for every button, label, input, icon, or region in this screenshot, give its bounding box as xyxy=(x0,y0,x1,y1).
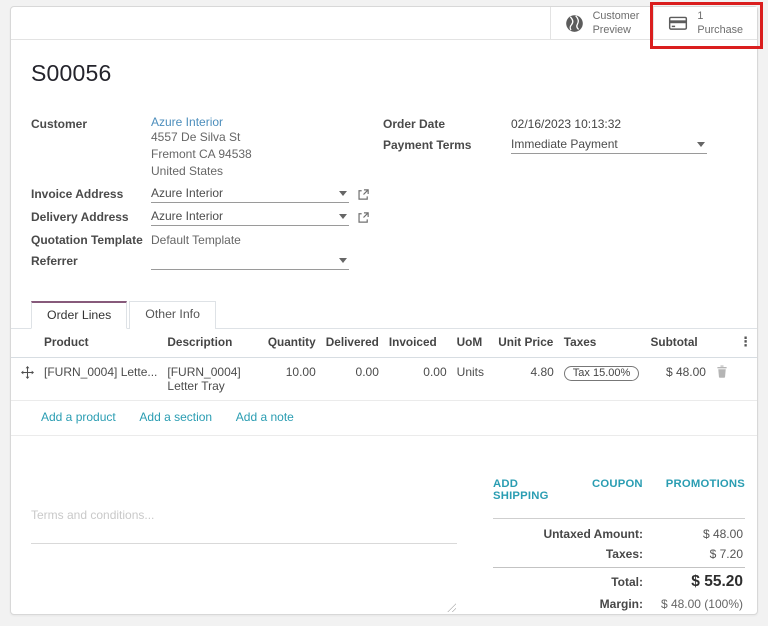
tab-order-lines[interactable]: Order Lines xyxy=(31,301,127,329)
customer-field-row: Customer Azure Interior 4557 De Silva St… xyxy=(31,115,383,180)
delivery-address-value: Azure Interior xyxy=(151,209,223,223)
col-subtotal: Subtotal xyxy=(646,329,711,358)
order-lines-table: Product Description Quantity Delivered I… xyxy=(11,329,757,401)
order-line-row[interactable]: [FURN_0004] Lette... [FURN_0004] Letter … xyxy=(11,358,757,401)
table-footer-links: Add a product Add a section Add a note xyxy=(11,401,757,436)
referrer-value xyxy=(151,253,154,267)
product-cell[interactable]: [FURN_0004] Lette... xyxy=(39,358,162,401)
payment-terms-row: Payment Terms Immediate Payment xyxy=(383,136,737,154)
delivery-address-row: Delivery Address Azure Interior xyxy=(31,208,383,226)
invoice-address-label: Invoice Address xyxy=(31,185,151,201)
resize-handle-icon[interactable] xyxy=(447,603,456,612)
promotions-button[interactable]: PROMOTIONS xyxy=(666,478,745,502)
payment-terms-value: Immediate Payment xyxy=(511,137,618,151)
taxes-label: Taxes: xyxy=(606,547,643,561)
delivered-cell[interactable]: 0.00 xyxy=(321,358,384,401)
margin-row: Margin: $ 48.00 (100%) xyxy=(493,594,745,614)
purchase-label: 1 Purchase xyxy=(697,9,743,37)
delete-row-icon[interactable] xyxy=(716,365,728,378)
delivery-address-label: Delivery Address xyxy=(31,208,151,224)
external-link-icon[interactable] xyxy=(357,188,370,201)
payment-terms-label: Payment Terms xyxy=(383,136,511,152)
description-cell[interactable]: [FURN_0004] Letter Tray xyxy=(162,358,262,401)
totals-block: Untaxed Amount: $ 48.00 Taxes: $ 7.20 To… xyxy=(493,518,745,614)
col-unit-price: Unit Price xyxy=(493,329,559,358)
customer-preview-button[interactable]: Customer Preview xyxy=(550,7,654,39)
untaxed-amount-row: Untaxed Amount: $ 48.00 xyxy=(493,524,745,544)
untaxed-amount-label: Untaxed Amount: xyxy=(543,527,643,541)
invoiced-cell[interactable]: 0.00 xyxy=(384,358,452,401)
drag-handle-icon[interactable] xyxy=(21,365,34,379)
credit-card-icon xyxy=(668,14,688,32)
right-field-group: Order Date 02/16/2023 10:13:32 Payment T… xyxy=(383,115,737,275)
untaxed-amount-value: $ 48.00 xyxy=(643,527,743,541)
order-date-value: 02/16/2023 10:13:32 xyxy=(511,115,621,131)
customer-link[interactable]: Azure Interior xyxy=(151,115,252,129)
quotation-template-value: Default Template xyxy=(151,231,241,247)
taxes-row: Taxes: $ 7.20 xyxy=(493,544,745,564)
col-product: Product xyxy=(39,329,162,358)
external-link-icon[interactable] xyxy=(357,211,370,224)
total-label: Total: xyxy=(611,575,643,589)
referrer-field[interactable] xyxy=(151,252,349,270)
subtotal-cell: $ 48.00 xyxy=(646,358,711,401)
taxes-cell[interactable]: Tax 15.00% xyxy=(559,358,646,401)
quotation-template-label: Quotation Template xyxy=(31,231,151,247)
quotation-template-row: Quotation Template Default Template xyxy=(31,231,383,247)
col-taxes: Taxes xyxy=(559,329,646,358)
add-product-link[interactable]: Add a product xyxy=(41,410,116,424)
chevron-down-icon xyxy=(339,214,347,219)
delivery-address-field[interactable]: Azure Interior xyxy=(151,208,349,226)
customer-address-line: 4557 De Silva St xyxy=(151,129,252,146)
chevron-down-icon xyxy=(339,258,347,263)
col-delivered: Delivered xyxy=(321,329,384,358)
payment-terms-field[interactable]: Immediate Payment xyxy=(511,136,707,154)
uom-cell[interactable]: Units xyxy=(452,358,494,401)
tax-badge[interactable]: Tax 15.00% xyxy=(564,366,639,381)
chevron-down-icon xyxy=(339,191,347,196)
customer-address-line: Fremont CA 94538 xyxy=(151,146,252,163)
col-quantity: Quantity xyxy=(263,329,321,358)
form-card: Customer Preview 1 Purchase S00056 xyxy=(10,6,758,615)
unit-price-cell[interactable]: 4.80 xyxy=(493,358,559,401)
margin-label: Margin: xyxy=(600,597,643,611)
customer-label: Customer xyxy=(31,115,151,131)
order-action-buttons: ADD SHIPPING COUPON PROMOTIONS xyxy=(493,478,745,502)
invoice-address-value: Azure Interior xyxy=(151,186,223,200)
coupon-button[interactable]: COUPON xyxy=(592,478,643,502)
terms-area xyxy=(31,508,457,614)
col-invoiced: Invoiced xyxy=(384,329,452,358)
order-date-row: Order Date 02/16/2023 10:13:32 xyxy=(383,115,737,131)
left-field-group: Customer Azure Interior 4557 De Silva St… xyxy=(31,115,383,275)
optional-columns-icon[interactable]: ⋮ xyxy=(739,334,752,349)
chevron-down-icon xyxy=(697,142,705,147)
page-title: S00056 xyxy=(31,40,737,87)
total-row: Total: $ 55.20 xyxy=(493,567,745,594)
add-section-link[interactable]: Add a section xyxy=(139,410,212,424)
add-note-link[interactable]: Add a note xyxy=(236,410,294,424)
referrer-row: Referrer xyxy=(31,252,383,270)
margin-value: $ 48.00 (100%) xyxy=(643,597,743,611)
tab-other-info[interactable]: Other Info xyxy=(129,301,216,329)
add-shipping-button[interactable]: ADD SHIPPING xyxy=(493,478,569,502)
purchase-button[interactable]: 1 Purchase xyxy=(653,7,757,39)
notebook-tabs: Order Lines Other Info xyxy=(11,301,757,329)
terms-textarea[interactable] xyxy=(31,508,457,544)
customer-preview-label: Customer Preview xyxy=(593,9,640,37)
col-uom: UoM xyxy=(452,329,494,358)
status-button-bar: Customer Preview 1 Purchase xyxy=(11,7,757,40)
customer-address-line: United States xyxy=(151,163,252,180)
customer-address: 4557 De Silva St Fremont CA 94538 United… xyxy=(151,129,252,180)
order-date-label: Order Date xyxy=(383,115,511,131)
total-value: $ 55.20 xyxy=(643,573,743,591)
table-header-row: Product Description Quantity Delivered I… xyxy=(11,329,757,358)
invoice-address-row: Invoice Address Azure Interior xyxy=(31,185,383,203)
referrer-label: Referrer xyxy=(31,252,151,268)
form-sheet: S00056 Customer Azure Interior 4557 De S… xyxy=(11,40,757,275)
quantity-cell[interactable]: 10.00 xyxy=(263,358,321,401)
col-description: Description xyxy=(162,329,262,358)
invoice-address-field[interactable]: Azure Interior xyxy=(151,185,349,203)
globe-icon xyxy=(565,14,584,33)
taxes-value: $ 7.20 xyxy=(643,547,743,561)
